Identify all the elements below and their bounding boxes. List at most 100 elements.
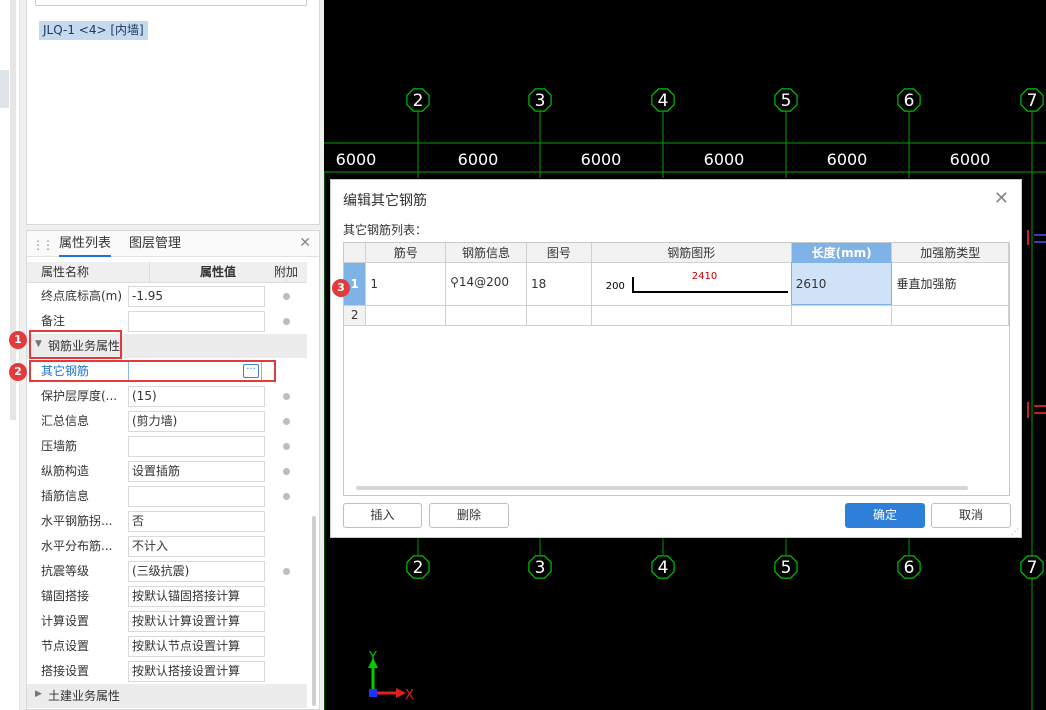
cell-bar-no[interactable]: 1 [365, 262, 447, 306]
property-name: 压墙筋 [41, 439, 78, 453]
other-rebar-input[interactable]: ··· [128, 361, 262, 382]
delete-button[interactable]: 删除 [429, 503, 509, 528]
property-value-input[interactable] [128, 436, 265, 457]
header-extra: 附加 [274, 265, 299, 279]
property-name: 计算设置 [41, 614, 90, 628]
cell-length[interactable] [791, 305, 893, 326]
cell-bar-info[interactable] [445, 305, 527, 326]
extra-checkbox[interactable] [283, 468, 290, 475]
axis-label: 7 [1027, 558, 1038, 578]
property-name: 水平钢筋拐... [41, 514, 113, 528]
dialog-subtitle: 其它钢筋列表： [343, 223, 428, 237]
table-row[interactable]: 1 1 ⚲14@200 18 200 2410 2610 垂直加强筋 [344, 262, 1009, 306]
cell-bar-no[interactable] [365, 305, 447, 326]
column-header[interactable]: 加强筋类型 [891, 243, 1009, 263]
cancel-button[interactable]: 取消 [931, 503, 1011, 528]
property-value-input[interactable]: 按默认计算设置计算 [128, 611, 265, 632]
cell-figure-no[interactable]: 18 [526, 262, 592, 306]
extra-checkbox[interactable] [283, 443, 290, 450]
left-toolbar-strip [0, 0, 20, 710]
axis-label: 7 [1027, 91, 1038, 111]
axis-label: 4 [658, 558, 669, 578]
property-row: 备注 [27, 309, 307, 334]
property-value-input[interactable]: 按默认搭接设置计算 [128, 661, 265, 682]
cell-bar-shape[interactable] [591, 305, 792, 326]
extra-checkbox[interactable] [283, 568, 290, 575]
cell-figure-no[interactable] [526, 305, 592, 326]
column-header[interactable]: 筋号 [365, 243, 447, 263]
property-row: 汇总信息 (剪力墙) [27, 409, 307, 434]
cell-bar-info[interactable]: ⚲14@200 [445, 262, 527, 306]
property-value-input[interactable]: 否 [128, 511, 265, 532]
property-row: 插筋信息 [27, 484, 307, 509]
property-row: 纵筋构造 设置插筋 [27, 459, 307, 484]
property-value-input[interactable]: (三级抗震) [128, 561, 265, 582]
property-value-input[interactable] [128, 486, 265, 507]
property-value-input[interactable]: -1.95 [128, 286, 265, 307]
property-value-input[interactable]: (15) [128, 386, 265, 407]
step-marker-3: 3 [332, 279, 350, 297]
insert-button[interactable]: 插入 [343, 503, 422, 528]
shape-bar [631, 290, 788, 293]
span-dimension: 6000 [950, 150, 991, 169]
tab-layer-management[interactable]: 图层管理 [129, 231, 181, 257]
table-row[interactable]: 2 [344, 305, 1009, 326]
property-row: 水平钢筋拐... 否 [27, 509, 307, 534]
span-dimension: 6000 [704, 150, 745, 169]
property-row-other-rebar[interactable]: 其它钢筋 ··· [27, 359, 307, 384]
extra-checkbox[interactable] [283, 293, 290, 300]
tab-property-list[interactable]: 属性列表 [59, 231, 112, 257]
axis-bubbles-bottom: 2 3 4 5 6 7 [406, 555, 1044, 579]
property-value-input[interactable]: 设置插筋 [128, 461, 265, 482]
group-rebar-properties[interactable]: ▼ 钢筋业务属性 [27, 334, 307, 358]
component-search-input[interactable] [35, 0, 307, 6]
cell-type[interactable] [891, 305, 1009, 326]
ok-button[interactable]: 确定 [845, 503, 925, 528]
property-value-input[interactable]: 按默认节点设置计算 [128, 636, 265, 657]
cell-length[interactable]: 2610 [791, 262, 893, 306]
column-header[interactable]: 钢筋信息 [445, 243, 527, 263]
resize-grip-icon[interactable]: ⋰ [1011, 527, 1019, 536]
rebar-grid: 筋号 钢筋信息 图号 钢筋图形 长度(mm) 加强筋类型 1 1 ⚲14@200… [343, 242, 1010, 496]
component-list-item[interactable]: JLQ-1 <4> [内墙] [39, 21, 148, 40]
property-value-input[interactable]: (剪力墙) [128, 411, 265, 432]
left-strip-selection[interactable] [0, 70, 9, 108]
row-number[interactable]: 2 [344, 305, 367, 326]
extra-checkbox[interactable] [283, 418, 290, 425]
drag-grip-icon[interactable]: ⋮⋮ [32, 238, 54, 252]
property-value-input[interactable] [128, 311, 265, 332]
corner-header [344, 243, 367, 263]
group-name: 钢筋业务属性 [48, 339, 121, 353]
header-property-name: 属性名称 [41, 265, 90, 279]
column-header[interactable]: 图号 [526, 243, 592, 263]
group-civil-properties[interactable]: ▶ 土建业务属性 [27, 684, 307, 708]
left-strip-scrollbar[interactable] [10, 0, 16, 420]
property-row: 锚固搭接 按默认锚固搭接计算 [27, 584, 307, 609]
extra-checkbox[interactable] [283, 318, 290, 325]
column-header-length[interactable]: 长度(mm) [791, 243, 893, 263]
property-scrollbar[interactable] [312, 516, 316, 706]
rebar-table: 筋号 钢筋信息 图号 钢筋图形 长度(mm) 加强筋类型 1 1 ⚲14@200… [344, 243, 1009, 326]
axis-label: 5 [781, 91, 792, 111]
close-icon[interactable]: ✕ [994, 188, 1009, 209]
extra-checkbox[interactable] [283, 393, 290, 400]
axis-label: 6 [904, 558, 915, 578]
property-name: 其它钢筋 [41, 364, 90, 378]
cell-type[interactable]: 垂直加强筋 [891, 262, 1009, 306]
span-dimension: 6000 [581, 150, 622, 169]
collapse-triangle-icon[interactable]: ▼ [35, 339, 42, 349]
span-dimension: 6000 [458, 150, 499, 169]
extra-checkbox[interactable] [283, 493, 290, 500]
shape-dimension-left: 200 [605, 280, 625, 292]
column-header[interactable]: 钢筋图形 [591, 243, 792, 263]
property-name: 节点设置 [41, 639, 90, 653]
close-icon[interactable]: ✕ [299, 235, 311, 251]
expand-triangle-icon[interactable]: ▶ [35, 689, 42, 699]
cell-bar-shape[interactable]: 200 2410 [591, 262, 792, 306]
grid-horizontal-scrollbar[interactable] [356, 486, 968, 490]
property-value-input[interactable]: 按默认锚固搭接计算 [128, 586, 265, 607]
property-value-input[interactable]: 不计入 [128, 536, 265, 557]
property-row: 计算设置 按默认计算设置计算 [27, 609, 307, 634]
axis-label: 4 [658, 91, 669, 111]
ellipsis-button[interactable]: ··· [243, 364, 259, 378]
